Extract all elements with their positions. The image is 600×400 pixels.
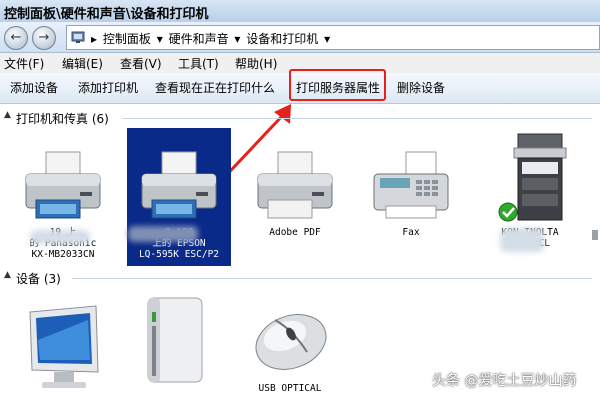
- printer-item-adobe-pdf[interactable]: Adobe PDF: [240, 148, 350, 238]
- device-item-mouse[interactable]: USB OPTICAL: [240, 300, 340, 394]
- default-check-icon: [498, 202, 518, 222]
- printer-item-epson[interactable]: 0.180 上的 EPSON LQ-595K ESC/P2: [124, 148, 234, 260]
- printer-item-partial[interactable]: [592, 230, 600, 240]
- mouse-icon: [255, 314, 327, 370]
- device-item-monitor[interactable]: [18, 300, 108, 393]
- collapse-arrow-icon[interactable]: ▲: [4, 110, 11, 120]
- blur-mask: [30, 230, 90, 244]
- blur-mask: [128, 226, 198, 242]
- printer-icon: [141, 151, 217, 219]
- printer-icon: [25, 151, 101, 219]
- printer-item-fax[interactable]: Fax: [356, 148, 466, 238]
- multifunction-printer-icon: [498, 133, 567, 222]
- group-label-devices: 设备 (3): [16, 272, 61, 286]
- group-header-printers[interactable]: ▲ 打印机和传真 (6): [0, 110, 600, 126]
- group-divider: [72, 278, 592, 279]
- collapse-arrow-icon[interactable]: ▲: [4, 270, 11, 280]
- group-divider: [122, 118, 592, 119]
- watermark: 头条 @爱吃土豆炒山药: [432, 373, 577, 389]
- group-label-printers: 打印机和传真 (6): [16, 112, 109, 126]
- external-drive-icon: [147, 297, 203, 383]
- fax-icon: [373, 151, 449, 219]
- blur-mask: [500, 228, 544, 252]
- monitor-icon: [29, 305, 99, 388]
- printer-icon: [257, 151, 333, 219]
- device-item-drive[interactable]: [138, 292, 218, 393]
- group-header-devices[interactable]: ▲ 设备 (3): [0, 270, 600, 286]
